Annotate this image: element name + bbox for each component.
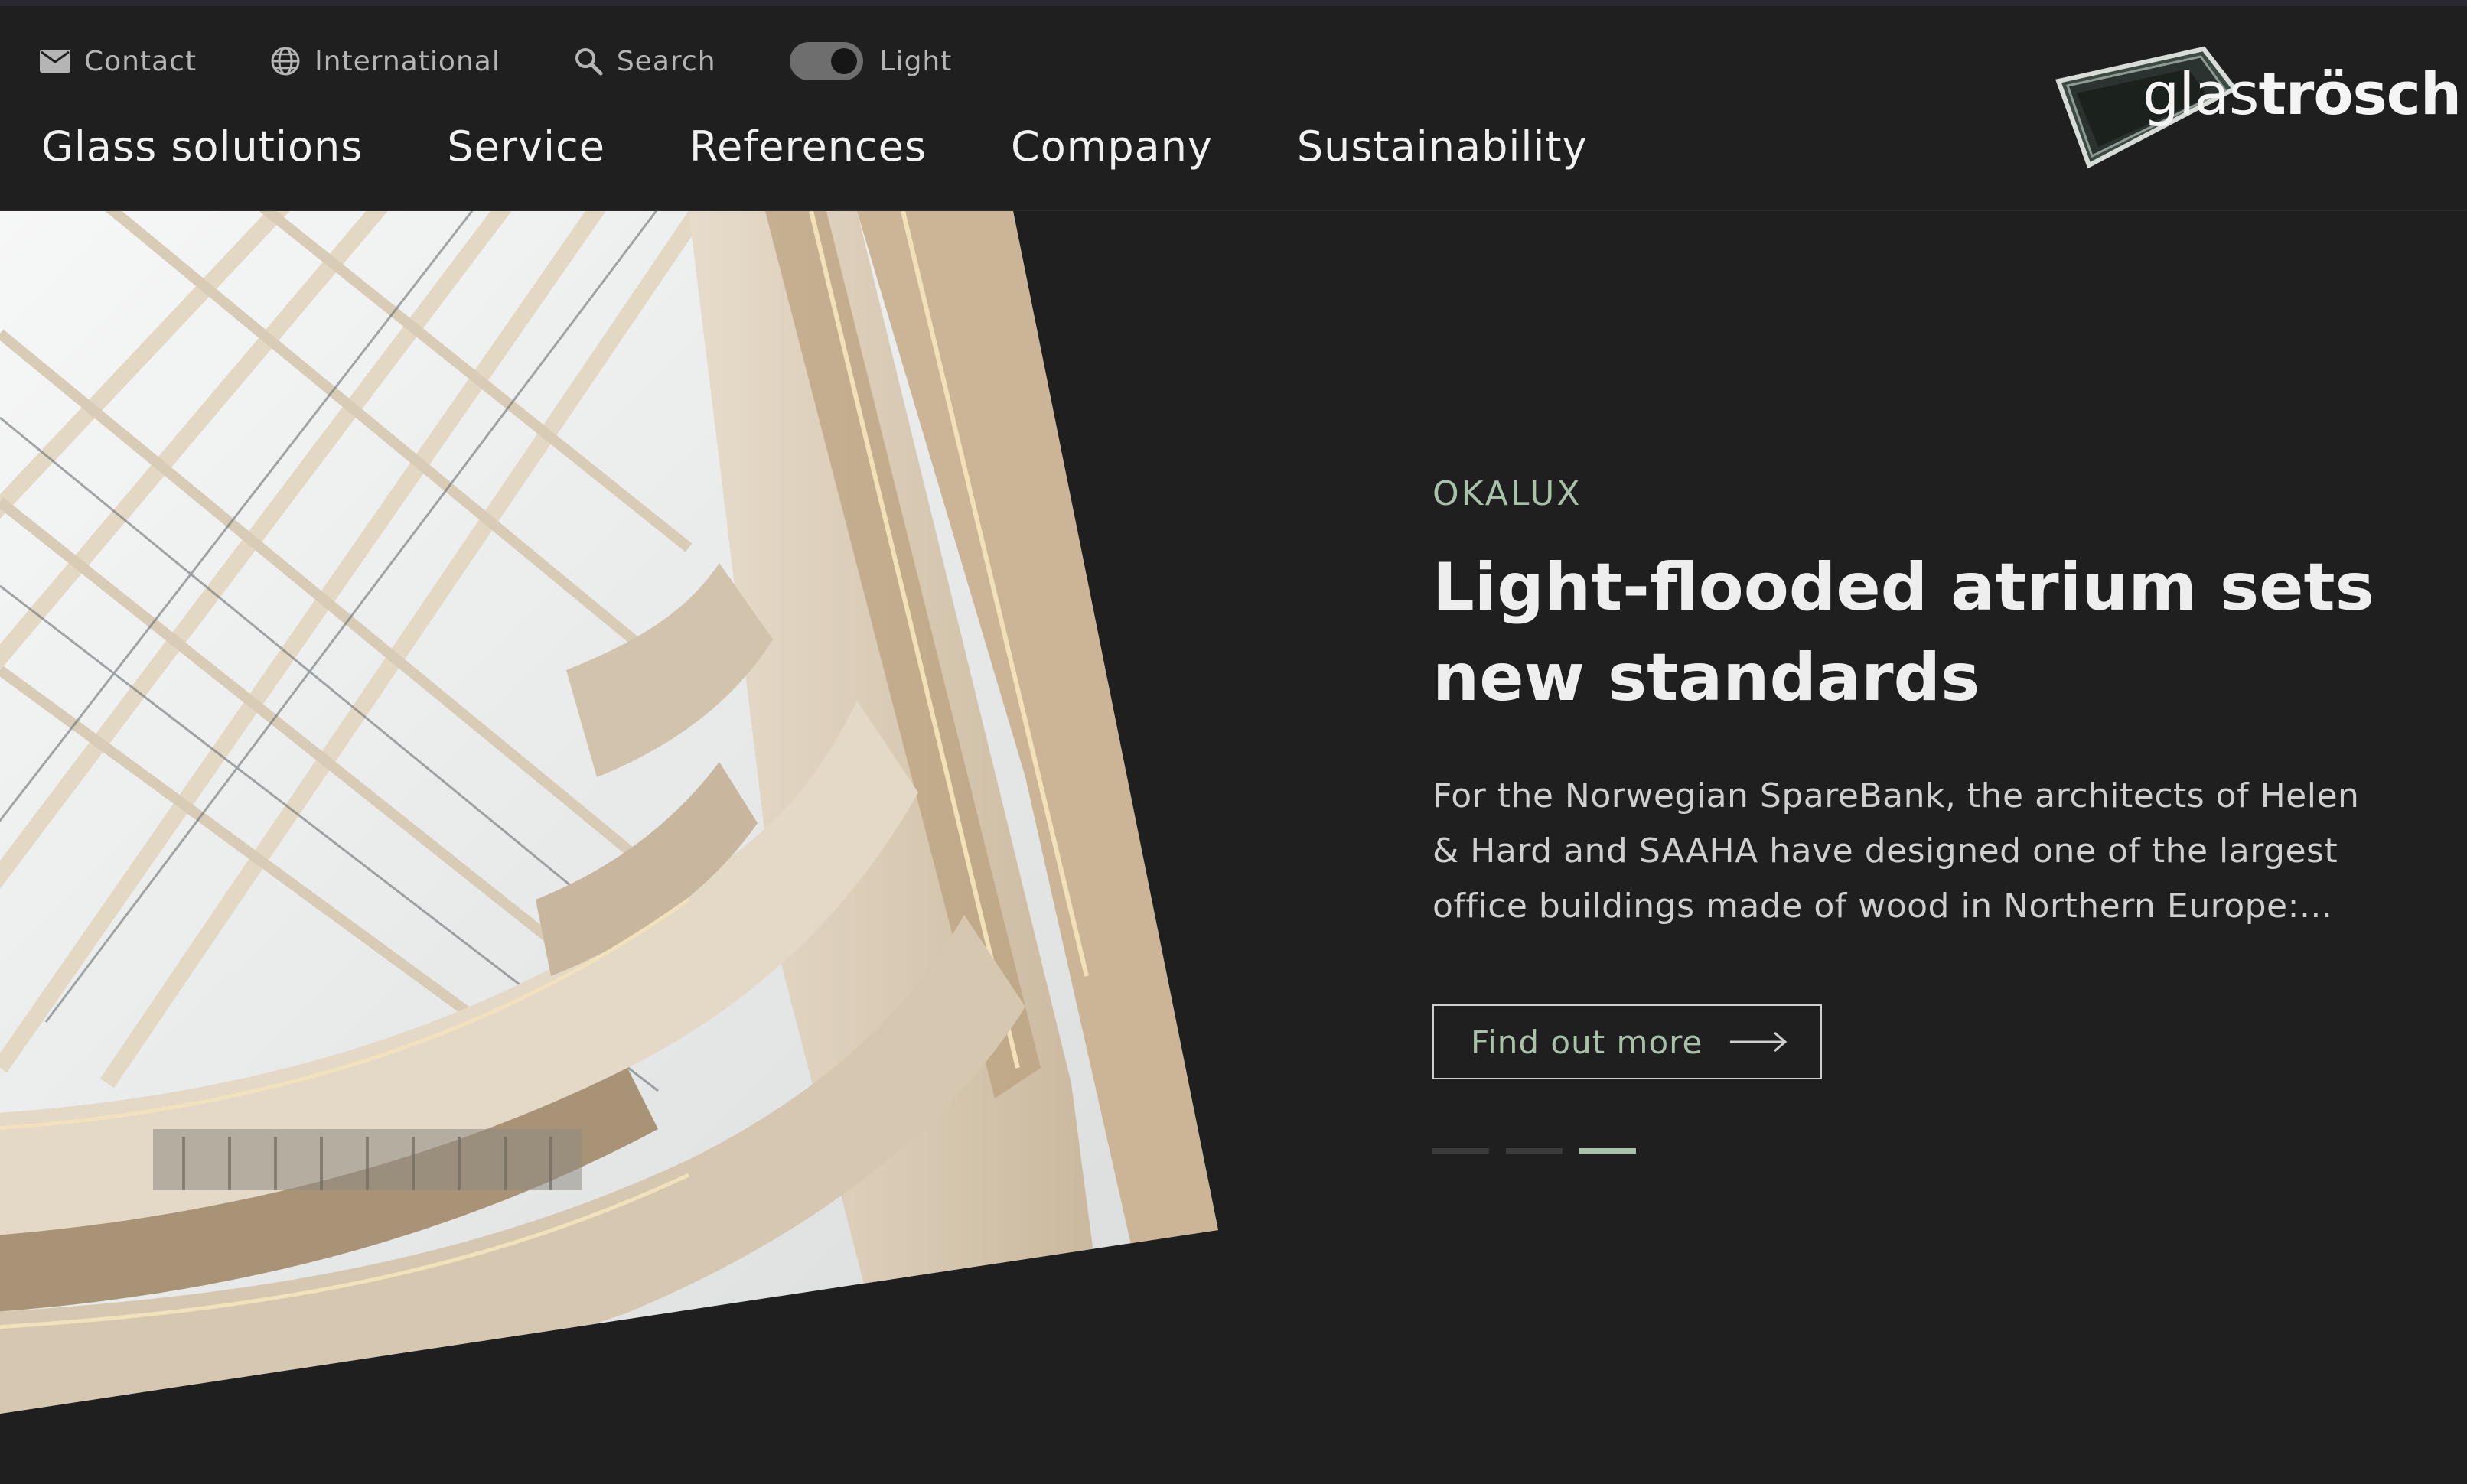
brand-logo[interactable]: glaströsch bbox=[2051, 43, 2462, 173]
search-link[interactable]: Search bbox=[574, 46, 716, 77]
hero-content: OKALUX Light-flooded atrium sets new sta… bbox=[1432, 474, 2397, 1154]
hero-eyebrow: OKALUX bbox=[1432, 474, 1582, 513]
logo-wordmark-light: glas bbox=[2143, 60, 2260, 128]
nav-item-company[interactable]: Company bbox=[1011, 122, 1213, 171]
slide-indicator-2[interactable] bbox=[1506, 1148, 1563, 1154]
search-icon bbox=[575, 48, 603, 76]
theme-switch[interactable]: Light bbox=[789, 42, 953, 80]
hero-description: For the Norwegian SpareBank, the archite… bbox=[1432, 776, 2360, 926]
slide-indicator-3[interactable] bbox=[1579, 1148, 1636, 1154]
window-top-edge bbox=[0, 0, 2467, 6]
nav-item-sustainability[interactable]: Sustainability bbox=[1297, 122, 1588, 171]
slide-indicator-1[interactable] bbox=[1432, 1148, 1489, 1154]
utility-bar: Contact International Search Light bbox=[40, 40, 1025, 83]
cta-label: Find out more bbox=[1471, 1023, 1703, 1061]
arrow-right-icon bbox=[1730, 1031, 1788, 1053]
contact-label: Contact bbox=[84, 45, 197, 77]
search-label: Search bbox=[616, 45, 716, 77]
toggle-knob bbox=[830, 48, 857, 74]
mail-icon bbox=[40, 50, 70, 73]
main-navigation: Glass solutions Service References Compa… bbox=[41, 122, 1672, 171]
globe-icon bbox=[271, 47, 300, 76]
hero-image-atrium bbox=[0, 211, 1218, 1414]
theme-label: Light bbox=[879, 45, 953, 77]
nav-item-glass-solutions[interactable]: Glass solutions bbox=[41, 122, 363, 171]
international-link[interactable]: International bbox=[270, 46, 500, 77]
find-out-more-button[interactable]: Find out more bbox=[1432, 1004, 1823, 1079]
international-label: International bbox=[314, 45, 500, 77]
nav-item-service[interactable]: Service bbox=[447, 122, 605, 171]
theme-toggle[interactable] bbox=[789, 42, 863, 80]
logo-wordmark: glaströsch bbox=[2143, 60, 2462, 128]
contact-link[interactable]: Contact bbox=[40, 46, 197, 77]
hero-headline: Light-flooded atrium sets new standards bbox=[1432, 549, 2374, 716]
slider-indicators bbox=[1432, 1148, 2397, 1154]
logo-wordmark-bold: trösch bbox=[2258, 60, 2462, 128]
nav-item-references[interactable]: References bbox=[689, 122, 927, 171]
